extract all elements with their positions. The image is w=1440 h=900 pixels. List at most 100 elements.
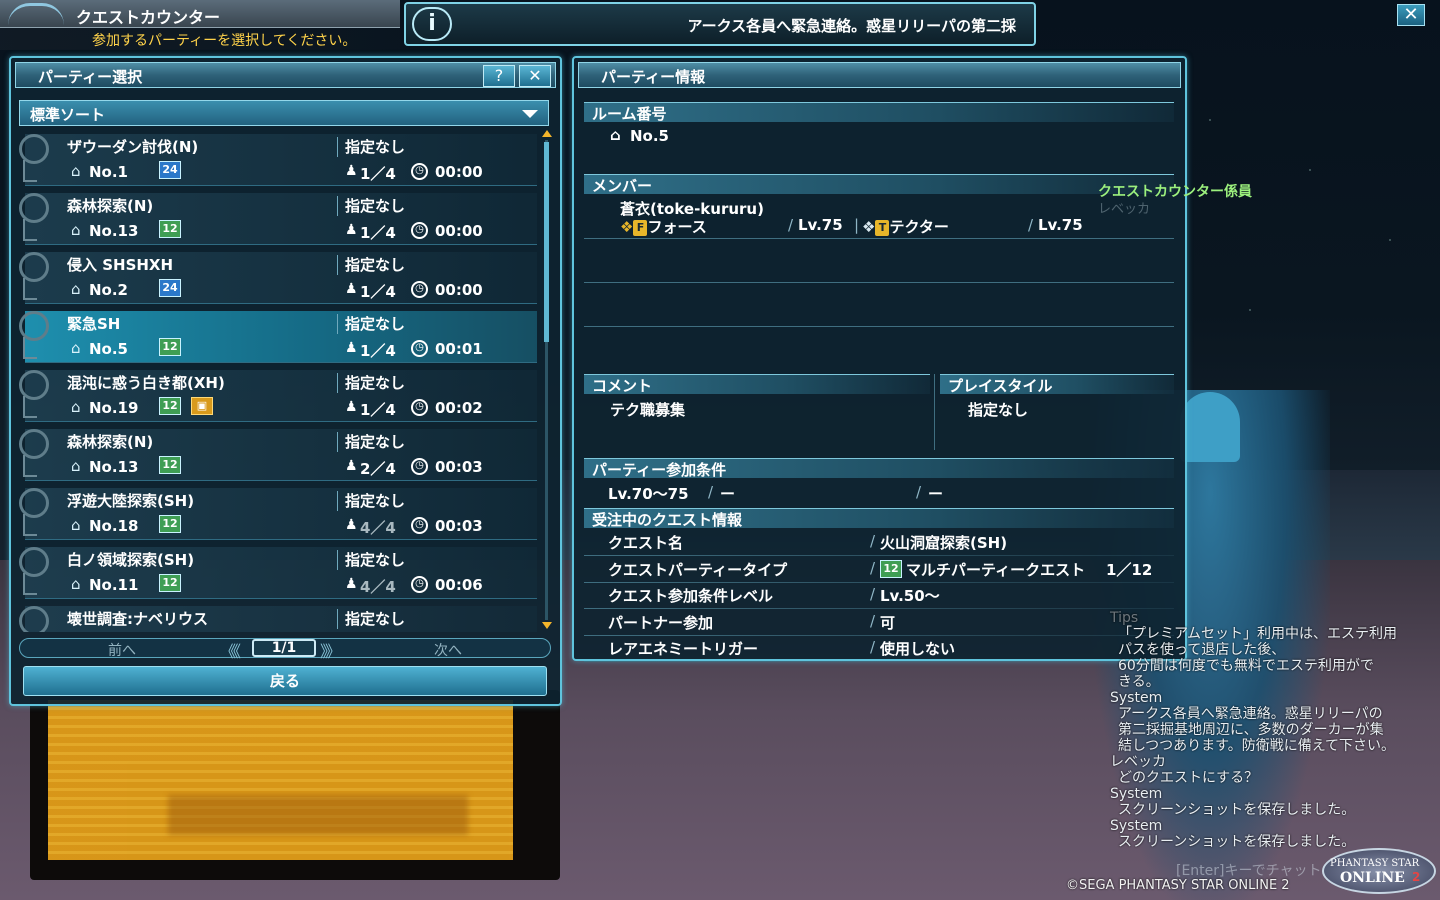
- chat-message: きる。: [1118, 674, 1160, 690]
- room-number: No.11: [89, 576, 139, 594]
- party-row[interactable]: 白ノ領域探索(SH) 指定なし ⌂ No.11 12 ♟ 4／4 ◷ 00:06: [19, 545, 539, 601]
- next-page-button[interactable]: 次へ: [434, 640, 462, 660]
- logo-text-top: PHANTASY STAR: [1330, 858, 1420, 869]
- double-chevron-left-icon[interactable]: 《《: [220, 638, 241, 662]
- member-slot-divider: [584, 326, 1174, 327]
- slash-divider: /: [870, 558, 876, 577]
- quest-name: ザウーダン討伐(N): [67, 138, 199, 156]
- scroll-down-icon[interactable]: [542, 622, 552, 629]
- double-chevron-right-icon[interactable]: 》》: [320, 638, 341, 662]
- member-slot-divider: [584, 238, 1174, 239]
- chat-sender: レベッカ: [1110, 754, 1166, 770]
- npc-hat: [1180, 392, 1240, 462]
- row-separator: [584, 634, 1174, 636]
- quest-name: 壊世調査:ナベリウス: [67, 610, 208, 628]
- back-button[interactable]: 戻る: [23, 666, 547, 696]
- pager: 前へ 《《 1/1 》》 次へ: [19, 638, 551, 661]
- party-list: ザウーダン討伐(N) 指定なし ⌂ No.1 24 ♟ 1／4 ◷ 00:00 森林探索(N) 指定…: [19, 132, 539, 632]
- member-count: 2／4: [360, 460, 396, 478]
- chat-message: 「プレミアムセット」利用中は、エステ利用: [1118, 626, 1398, 642]
- home-icon: ⌂: [610, 126, 621, 144]
- home-icon: ⌂: [71, 457, 81, 475]
- info-icon: i: [412, 7, 452, 41]
- elapsed-time: 00:00: [435, 222, 483, 240]
- bracket-icon: [23, 396, 37, 418]
- sort-dropdown[interactable]: 標準ソート: [19, 100, 549, 126]
- chat-log[interactable]: Tips 「プレミアムセット」利用中は、エステ利用 パスを使って退店した後、 60分間…: [1110, 610, 1440, 850]
- party-list-scrollbar[interactable]: [542, 130, 552, 630]
- room-number: No.13: [89, 458, 139, 476]
- slash-divider: /: [870, 585, 876, 603]
- quest-info-header: 受注中のクエスト情報: [584, 508, 1174, 529]
- help-button[interactable]: ?: [483, 65, 515, 87]
- column-divider: [934, 374, 935, 450]
- chat-message: 結しつつあります。防衛戦に備えて下さい。: [1118, 738, 1396, 754]
- room-number: No.19: [89, 399, 139, 417]
- room-number-heading: ルーム番号: [592, 105, 667, 123]
- party-select-header: パーティー選択 ? ✕: [15, 62, 556, 88]
- party-row[interactable]: 壊世調査:ナベリウス 指定なし: [19, 604, 539, 632]
- main-class-row: ❖ F フォース: [620, 216, 707, 237]
- slash-divider: /: [708, 483, 714, 501]
- quest-info-value: 可: [880, 613, 896, 632]
- bracket-icon: [23, 278, 37, 300]
- home-icon: ⌂: [71, 575, 81, 593]
- home-icon: ⌂: [71, 516, 81, 534]
- bracket-icon: [23, 337, 37, 359]
- counter-close-button[interactable]: ✕: [1397, 4, 1425, 26]
- playstyle-header: プレイスタイル: [940, 374, 1174, 395]
- elapsed-time: 00:03: [435, 517, 483, 535]
- room-number: No.5: [89, 340, 128, 358]
- quest-name: 白ノ領域探索(SH): [67, 551, 195, 569]
- party-size-badge-icon: 12: [880, 559, 902, 578]
- logo-text-main: ONLINE: [1340, 870, 1405, 886]
- party-size-badge-icon: 12: [159, 515, 181, 533]
- party-row[interactable]: 侵入 SHSHXH 指定なし ⌂ No.2 24 ♟ 1／4 ◷ 00:00: [19, 250, 539, 306]
- home-icon: ⌂: [71, 280, 81, 298]
- quest-name: 侵入 SHSHXH: [67, 256, 174, 274]
- close-button[interactable]: ✕: [519, 65, 551, 87]
- party-row[interactable]: ザウーダン討伐(N) 指定なし ⌂ No.1 24 ♟ 1／4 ◷ 00:00: [19, 132, 539, 188]
- prev-page-button[interactable]: 前へ: [108, 640, 136, 660]
- party-row[interactable]: 森林探索(N) 指定なし ⌂ No.13 12 ♟ 2／4 ◷ 00:03: [19, 427, 539, 483]
- sub-class-name: テクター: [889, 218, 949, 236]
- person-icon: ♟: [345, 399, 358, 415]
- playstyle-heading: プレイスタイル: [948, 377, 1053, 395]
- chat-message: 第二採掘基地周辺に、多数のダーカーが集: [1118, 722, 1384, 738]
- logo-text-number: 2: [1412, 870, 1421, 884]
- clock-icon: ◷: [411, 222, 428, 239]
- comment-value: テク職募集: [610, 401, 686, 419]
- row-divider: [337, 550, 338, 570]
- row-divider: [337, 491, 338, 511]
- party-size-badge-icon: 12: [159, 397, 181, 415]
- party-row[interactable]: 混沌に惑う白き都(XH) 指定なし ⌂ No.19 12 ▣ ♟ 1／4 ◷ 00:02: [19, 368, 539, 424]
- quest-name: 森林探索(N): [67, 197, 154, 215]
- scroll-up-icon[interactable]: [542, 130, 552, 137]
- clock-icon: ◷: [411, 517, 428, 534]
- comment-heading: コメント: [592, 377, 653, 395]
- party-size-badge-icon: 12: [159, 456, 181, 474]
- lock-icon: ▣: [191, 397, 213, 415]
- party-row[interactable]: 森林探索(N) 指定なし ⌂ No.13 12 ♟ 1／4 ◷ 00:00: [19, 191, 539, 247]
- person-icon: ♟: [345, 222, 358, 238]
- party-row[interactable]: 浮遊大陸探索(SH) 指定なし ⌂ No.18 12 ♟ 4／4 ◷ 00:03: [19, 486, 539, 542]
- bracket-icon: [23, 573, 37, 595]
- party-condition: 指定なし: [345, 374, 406, 392]
- slash-divider: /: [916, 483, 922, 501]
- member-header: メンバー: [584, 174, 1174, 195]
- party-row[interactable]: 緊急SH 指定なし ⌂ No.5 12 ♟ 1／4 ◷ 00:01: [19, 309, 539, 365]
- room-number-value: No.5: [630, 127, 669, 145]
- row-divider: [337, 373, 338, 393]
- page-indicator: 1/1: [252, 639, 316, 657]
- room-number: No.18: [89, 517, 139, 535]
- quest-info-label: レアエネミートリガー: [608, 640, 759, 658]
- force-class-icon: F: [633, 219, 648, 236]
- chat-input-hint[interactable]: [Enter]キーでチャット: [1176, 860, 1322, 880]
- member-count: 1／4: [360, 283, 396, 301]
- chat-sender: Tips: [1110, 610, 1139, 626]
- member-slot-divider: [584, 282, 1174, 283]
- home-icon: ⌂: [71, 221, 81, 239]
- scroll-thumb[interactable]: [544, 142, 549, 342]
- condition-level: Lv.70〜75: [608, 485, 689, 503]
- clock-icon: ◷: [411, 399, 428, 416]
